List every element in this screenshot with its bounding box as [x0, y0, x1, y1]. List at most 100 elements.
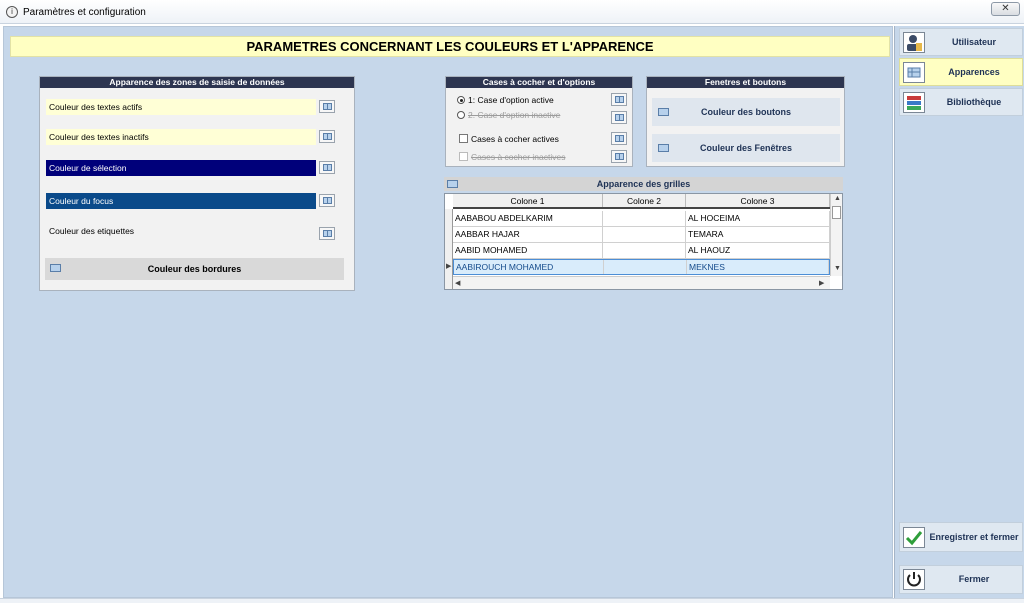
windows-color-button[interactable]: Couleur des Fenêtres	[652, 134, 840, 162]
palette-icon	[323, 164, 332, 171]
radio-inactive-label: 2. Case d'option inactive	[468, 110, 561, 120]
power-icon	[903, 569, 925, 590]
grid-row-header	[445, 209, 453, 289]
checkbox-active[interactable]: Cases à cocher actives	[459, 133, 559, 145]
palette-icon	[447, 180, 458, 188]
border-color-label: Couleur des bordures	[147, 264, 242, 274]
checkbox-panel-title: Cases à cocher et d'options	[446, 77, 632, 88]
scroll-thumb[interactable]	[832, 206, 841, 219]
border-color-button[interactable]: Couleur des bordures	[45, 258, 344, 280]
grid-cell	[604, 260, 687, 274]
checkbox-panel: Cases à cocher et d'options 1: Case d'op…	[445, 76, 633, 167]
scroll-right-icon[interactable]: ▶	[819, 279, 824, 287]
sample-grid[interactable]: Colone 1 Colone 2 Colone 3 ▶ AABABOU ABD…	[444, 193, 843, 290]
app-icon: i	[6, 6, 18, 18]
radio-inactive[interactable]: 2. Case d'option inactive	[457, 109, 560, 121]
radio-active-label: 1: Case d'option active	[468, 95, 554, 105]
field-focus-color[interactable]: Couleur du focus	[46, 193, 316, 209]
checkbox-inactive[interactable]: Cases à cocher inactives	[459, 151, 566, 163]
palette-icon	[323, 133, 332, 140]
windows-panel: Fenetres et boutons Couleur des boutons …	[646, 76, 845, 167]
sidebar-item-label: Utilisateur	[951, 36, 996, 47]
color-picker-radio-active[interactable]	[611, 93, 627, 106]
checkbox-inactive-label: Cases à cocher inactives	[471, 152, 566, 162]
close-label: Fermer	[958, 574, 990, 584]
color-picker-inactive-text[interactable]	[319, 130, 335, 143]
checkbox-disabled-icon	[459, 152, 468, 161]
grid-horizontal-scrollbar[interactable]: ◀ ▶	[453, 276, 830, 289]
palette-icon	[323, 197, 332, 204]
window-title: Paramètres et configuration	[23, 7, 146, 18]
page-title: PARAMETRES CONCERNANT LES COULEURS ET L'…	[10, 36, 890, 57]
buttons-color-label: Couleur des boutons	[701, 107, 791, 117]
palette-icon	[903, 62, 925, 83]
table-row-selected[interactable]: AABIROUCH MOHAMED MEKNES	[453, 259, 830, 275]
field-labels-color[interactable]: Couleur des etiquettes	[46, 223, 316, 239]
checkbox-icon	[459, 134, 468, 143]
scroll-down-icon[interactable]: ▼	[834, 265, 841, 272]
windows-panel-title: Fenetres et boutons	[647, 77, 844, 88]
grid-appearance-button[interactable]: Apparence des grilles	[444, 177, 843, 191]
sidebar-item-utilisateur[interactable]: Utilisateur	[899, 28, 1023, 56]
grid-cell: AABIROUCH MOHAMED	[454, 260, 604, 274]
grid-cell: TEMARA	[686, 227, 830, 242]
save-and-close-label: Enregistrer et fermer	[929, 531, 1019, 542]
field-inactive-text[interactable]: Couleur des textes inactifs	[46, 129, 316, 145]
checkbox-active-label: Cases à cocher actives	[471, 134, 559, 144]
zones-panel: Apparence des zones de saisie de données…	[39, 76, 355, 291]
grid-column-header[interactable]: Colone 1	[453, 194, 603, 207]
scroll-left-icon[interactable]: ◀	[455, 279, 460, 287]
main-area: PARAMETRES CONCERNANT LES COULEURS ET L'…	[3, 26, 893, 598]
table-row[interactable]: AABABOU ABDELKARIM AL HOCEIMA	[453, 211, 830, 227]
scroll-up-icon[interactable]: ▲	[834, 195, 841, 202]
windows-color-label: Couleur des Fenêtres	[699, 143, 793, 153]
window-close-button[interactable]: ✕	[991, 2, 1020, 16]
grid-column-header[interactable]: Colone 2	[603, 194, 686, 207]
color-picker-active-text[interactable]	[319, 100, 335, 113]
palette-icon	[658, 108, 669, 116]
color-picker-selection[interactable]	[319, 161, 335, 174]
sidebar-item-bibliotheque[interactable]: Bibliothèque	[899, 88, 1023, 116]
palette-icon	[615, 114, 624, 121]
grid-cell: AABID MOHAMED	[453, 243, 603, 258]
grid-cell: AABBAR HAJAR	[453, 227, 603, 242]
grid-vertical-scrollbar[interactable]: ▲ ▼	[830, 194, 842, 276]
window-titlebar: i Paramètres et configuration ✕	[0, 0, 1024, 24]
color-picker-check-active[interactable]	[611, 132, 627, 145]
grid-title-label: Apparence des grilles	[596, 179, 691, 189]
table-row[interactable]: AABID MOHAMED AL HAOUZ	[453, 243, 830, 259]
grid-cell	[603, 243, 686, 258]
color-picker-focus[interactable]	[319, 194, 335, 207]
palette-icon	[615, 135, 624, 142]
palette-icon	[615, 96, 624, 103]
save-and-close-button[interactable]: Enregistrer et fermer	[899, 522, 1023, 552]
user-icon	[903, 32, 925, 53]
radio-active[interactable]: 1: Case d'option active	[457, 94, 554, 106]
grid-cell: AL HAOUZ	[686, 243, 830, 258]
palette-icon	[323, 103, 332, 110]
grid-column-header[interactable]: Colone 3	[686, 194, 830, 207]
color-picker-radio-inactive[interactable]	[611, 111, 627, 124]
sidebar-item-apparences[interactable]: Apparences	[899, 58, 1023, 86]
field-selection-color[interactable]: Couleur de sélection	[46, 160, 316, 176]
color-picker-labels[interactable]	[319, 227, 335, 240]
grid-cell: AABABOU ABDELKARIM	[453, 211, 603, 226]
grid-cell: AL HOCEIMA	[686, 211, 830, 226]
palette-icon	[50, 264, 61, 272]
color-picker-check-inactive[interactable]	[611, 150, 627, 163]
sidebar-item-label: Bibliothèque	[946, 96, 1002, 107]
window-bottom-edge	[0, 598, 1024, 603]
radio-unchecked-icon	[457, 111, 465, 119]
table-row[interactable]: AABBAR HAJAR TEMARA	[453, 227, 830, 243]
checkmark-icon	[903, 527, 925, 548]
close-button[interactable]: Fermer	[899, 565, 1023, 594]
grid-cell	[603, 211, 686, 226]
books-icon	[903, 92, 925, 113]
buttons-color-button[interactable]: Couleur des boutons	[652, 98, 840, 126]
radio-checked-icon	[457, 96, 465, 104]
grid-cell	[603, 227, 686, 242]
palette-icon	[658, 144, 669, 152]
field-active-text[interactable]: Couleur des textes actifs	[46, 99, 316, 115]
sidebar: Utilisateur Apparences Bibliothèque Enre…	[894, 26, 1024, 598]
current-row-indicator: ▶	[446, 263, 452, 270]
